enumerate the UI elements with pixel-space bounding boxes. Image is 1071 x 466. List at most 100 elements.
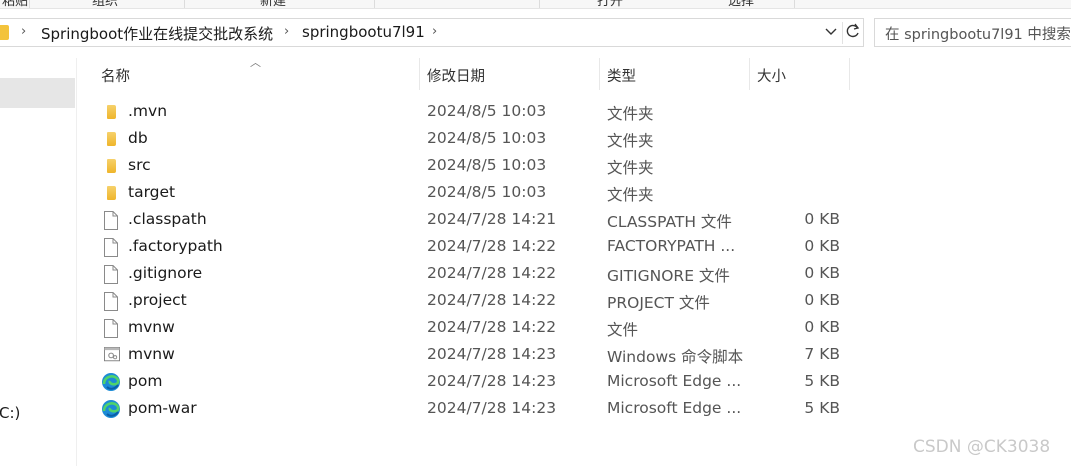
file-date: 2024/7/28 14:22 xyxy=(427,291,557,309)
nav-item-selected[interactable] xyxy=(0,78,75,108)
ribbon-label-clipboard: 粘贴 xyxy=(2,0,29,9)
breadcrumb-project[interactable]: Springboot作业在线提交批改系统 xyxy=(41,23,273,44)
file-type: 文件 xyxy=(607,321,639,339)
edge-icon xyxy=(102,400,120,418)
file-type: FACTORYPATH ... xyxy=(607,237,736,255)
breadcrumb-current-folder[interactable]: springbootu7l91 xyxy=(302,23,425,41)
file-name: mvnw xyxy=(128,318,175,336)
file-row[interactable]: .gitignore 2024/7/28 14:22 GITIGNORE 文件 … xyxy=(78,261,878,288)
nav-item-drive-c[interactable]: C:) xyxy=(0,404,20,422)
file-size: 0 KB xyxy=(804,210,840,228)
file-date: 2024/8/5 10:03 xyxy=(427,156,547,174)
file-name: .gitignore xyxy=(128,264,203,282)
file-name: src xyxy=(128,156,151,174)
file-row[interactable]: mvnw 2024/7/28 14:22 文件 0 KB xyxy=(78,315,878,342)
ribbon-strip: 粘贴 组织 新建 打开 选择 xyxy=(0,0,1071,9)
ribbon-label-new: 新建 xyxy=(260,0,287,9)
file-type: GITIGNORE 文件 xyxy=(607,267,730,285)
file-name: mvnw xyxy=(128,345,175,363)
file-row[interactable]: src 2024/8/5 10:03 文件夹 xyxy=(78,153,878,180)
file-explorer-window: { "ribbon": { "groups": ["粘贴", "组织", "新建… xyxy=(0,0,1071,466)
folder-icon xyxy=(107,105,116,119)
column-header-date[interactable]: 修改日期 xyxy=(420,58,600,90)
column-header-date-label: 修改日期 xyxy=(427,69,485,85)
file-icon xyxy=(104,265,118,284)
file-type: 文件夹 xyxy=(607,159,654,177)
file-name: .mvn xyxy=(128,102,168,120)
file-row[interactable]: pom-war 2024/7/28 14:23 Microsoft Edge .… xyxy=(78,396,878,423)
file-icon xyxy=(104,238,118,257)
file-date: 2024/7/28 14:21 xyxy=(427,210,557,228)
file-size: 7 KB xyxy=(804,345,840,363)
edge-icon xyxy=(102,373,120,391)
file-date: 2024/7/28 14:22 xyxy=(427,264,557,282)
file-name: db xyxy=(128,129,148,147)
refresh-icon[interactable] xyxy=(842,22,862,44)
ribbon-group-clipboard: 粘贴 xyxy=(0,0,30,9)
column-header-name-label: 名称 xyxy=(101,69,130,85)
file-row[interactable]: .mvn 2024/8/5 10:03 文件夹 xyxy=(78,99,878,126)
file-size: 0 KB xyxy=(804,318,840,336)
file-name: .project xyxy=(128,291,187,309)
watermark: CSDN @CK3038 xyxy=(913,437,1051,457)
column-header-name[interactable]: 名称 xyxy=(78,58,420,90)
file-type: 文件夹 xyxy=(607,105,654,123)
chevron-right-icon[interactable]: › xyxy=(21,24,26,39)
chevron-right-icon[interactable]: › xyxy=(432,24,437,39)
file-size: 5 KB xyxy=(804,372,840,390)
file-date: 2024/7/28 14:23 xyxy=(427,345,557,363)
file-name: pom-war xyxy=(128,399,197,417)
file-row[interactable]: .factorypath 2024/7/28 14:22 FACTORYPATH… xyxy=(78,234,878,261)
file-date: 2024/8/5 10:03 xyxy=(427,183,547,201)
file-name: .factorypath xyxy=(128,237,223,255)
ribbon-label-select: 选择 xyxy=(728,0,755,9)
column-header-type[interactable]: 类型 xyxy=(600,58,750,90)
column-header-type-label: 类型 xyxy=(607,69,636,85)
file-date: 2024/8/5 10:03 xyxy=(427,102,547,120)
folder-icon xyxy=(107,159,116,173)
script-icon xyxy=(104,347,120,362)
file-name: .classpath xyxy=(128,210,207,228)
file-type: CLASSPATH 文件 xyxy=(607,213,732,231)
file-date: 2024/8/5 10:03 xyxy=(427,129,547,147)
file-date: 2024/7/28 14:22 xyxy=(427,318,557,336)
file-name: target xyxy=(128,183,176,201)
file-icon xyxy=(104,211,118,230)
file-size: 0 KB xyxy=(804,264,840,282)
file-size: 0 KB xyxy=(804,237,840,255)
ribbon-group-open: 打开 xyxy=(375,0,623,8)
file-date: 2024/7/28 14:23 xyxy=(427,399,557,417)
file-row[interactable]: .project 2024/7/28 14:22 PROJECT 文件 0 KB xyxy=(78,288,878,315)
file-type: Microsoft Edge ... xyxy=(607,372,742,390)
file-size: 0 KB xyxy=(804,291,840,309)
file-row[interactable]: .classpath 2024/7/28 14:21 CLASSPATH 文件 … xyxy=(78,207,878,234)
file-date: 2024/7/28 14:23 xyxy=(427,372,557,390)
search-placeholder: 在 springbootu7l91 中搜索 xyxy=(885,27,1071,43)
file-type: 文件夹 xyxy=(607,132,654,150)
folder-icon xyxy=(107,132,116,146)
chevron-down-icon[interactable] xyxy=(821,24,841,42)
address-bar[interactable]: › Springboot作业在线提交批改系统 › springbootu7l91… xyxy=(0,18,864,47)
file-row[interactable]: db 2024/8/5 10:03 文件夹 xyxy=(78,126,878,153)
file-type: Microsoft Edge ... xyxy=(607,399,742,417)
file-row[interactable]: target 2024/8/5 10:03 文件夹 xyxy=(78,180,878,207)
file-type: 文件夹 xyxy=(607,186,654,204)
chevron-right-icon[interactable]: › xyxy=(284,24,289,39)
file-row[interactable]: mvnw 2024/7/28 14:23 Windows 命令脚本 7 KB xyxy=(78,342,878,369)
folder-icon xyxy=(0,25,9,40)
ribbon-group-select: 选择 xyxy=(540,0,795,9)
file-row[interactable]: pom 2024/7/28 14:23 Microsoft Edge ... 5… xyxy=(78,369,878,396)
file-type: PROJECT 文件 xyxy=(607,294,710,312)
column-header-size-label: 大小 xyxy=(757,69,786,85)
file-icon xyxy=(104,292,118,311)
file-name: pom xyxy=(128,372,163,390)
column-header-size[interactable]: 大小 xyxy=(750,58,850,90)
file-icon xyxy=(104,319,118,338)
ribbon-group-new: 新建 xyxy=(185,0,375,9)
search-input[interactable]: 在 springbootu7l91 中搜索 xyxy=(874,18,1071,47)
file-size: 5 KB xyxy=(804,399,840,417)
ribbon-group-organize: 组织 xyxy=(30,0,185,9)
file-type: Windows 命令脚本 xyxy=(607,348,744,366)
ribbon-label-organize: 组织 xyxy=(92,0,119,9)
folder-icon xyxy=(107,186,116,200)
